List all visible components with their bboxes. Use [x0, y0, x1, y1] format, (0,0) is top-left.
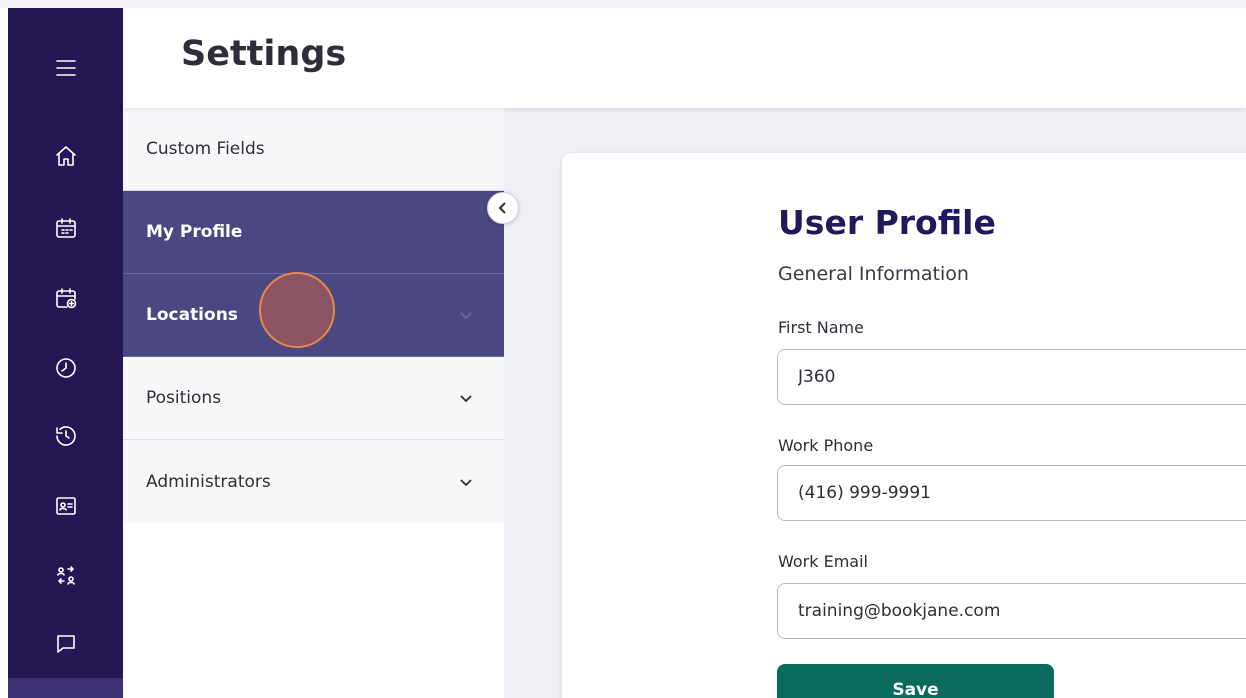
swap-users-icon[interactable]: [8, 558, 123, 594]
chevron-down-icon[interactable]: [456, 388, 476, 408]
collapse-menu-button[interactable]: [487, 192, 519, 224]
work-email-label: Work Email: [778, 552, 868, 571]
menu-item-label: My Profile: [146, 222, 243, 242]
work-phone-input[interactable]: [777, 465, 1246, 521]
menu-item-custom-fields[interactable]: Custom Fields: [123, 108, 504, 191]
menu-item-label: Administrators: [146, 471, 271, 492]
menu-item-label: Locations: [146, 305, 238, 325]
page-title: Settings: [181, 34, 347, 74]
history-icon[interactable]: [8, 418, 123, 454]
top-strip: [0, 0, 1246, 8]
chevron-left-icon: [498, 202, 506, 214]
settings-app: Settings Custom Fields My Profile Locati…: [0, 0, 1246, 698]
page-header: Settings: [123, 8, 1246, 108]
first-name-input[interactable]: [777, 349, 1246, 405]
save-button[interactable]: Save: [777, 664, 1054, 698]
nav-rail: [8, 8, 123, 698]
first-name-label: First Name: [778, 318, 864, 337]
menu-item-my-profile[interactable]: My Profile: [123, 191, 504, 274]
menu-item-label: Positions: [146, 388, 222, 408]
chevron-down-icon[interactable]: [456, 472, 476, 492]
menu-item-administrators[interactable]: Administrators: [123, 440, 504, 523]
section-title: General Information: [778, 263, 969, 285]
calendar-add-icon[interactable]: [8, 280, 123, 316]
menu-item-positions[interactable]: Positions: [123, 357, 504, 440]
id-card-icon[interactable]: [8, 488, 123, 524]
menu-item-label: Custom Fields: [146, 139, 265, 159]
menu-empty-area: [123, 524, 504, 698]
click-marker: [259, 272, 335, 348]
profile-title: User Profile: [778, 203, 996, 242]
menu-icon[interactable]: [8, 50, 123, 86]
clock-icon[interactable]: [8, 350, 123, 386]
chat-icon[interactable]: [8, 626, 123, 662]
calendar-icon[interactable]: [8, 210, 123, 246]
user-profile-card: User Profile General Information First N…: [562, 153, 1246, 698]
home-icon[interactable]: [8, 138, 123, 174]
rail-active-indicator: [8, 678, 123, 698]
work-email-input[interactable]: [777, 583, 1246, 639]
work-phone-label: Work Phone: [778, 436, 874, 455]
settings-menu: Custom Fields My Profile Locations Posit…: [123, 108, 504, 698]
chevron-down-icon[interactable]: [456, 305, 476, 325]
